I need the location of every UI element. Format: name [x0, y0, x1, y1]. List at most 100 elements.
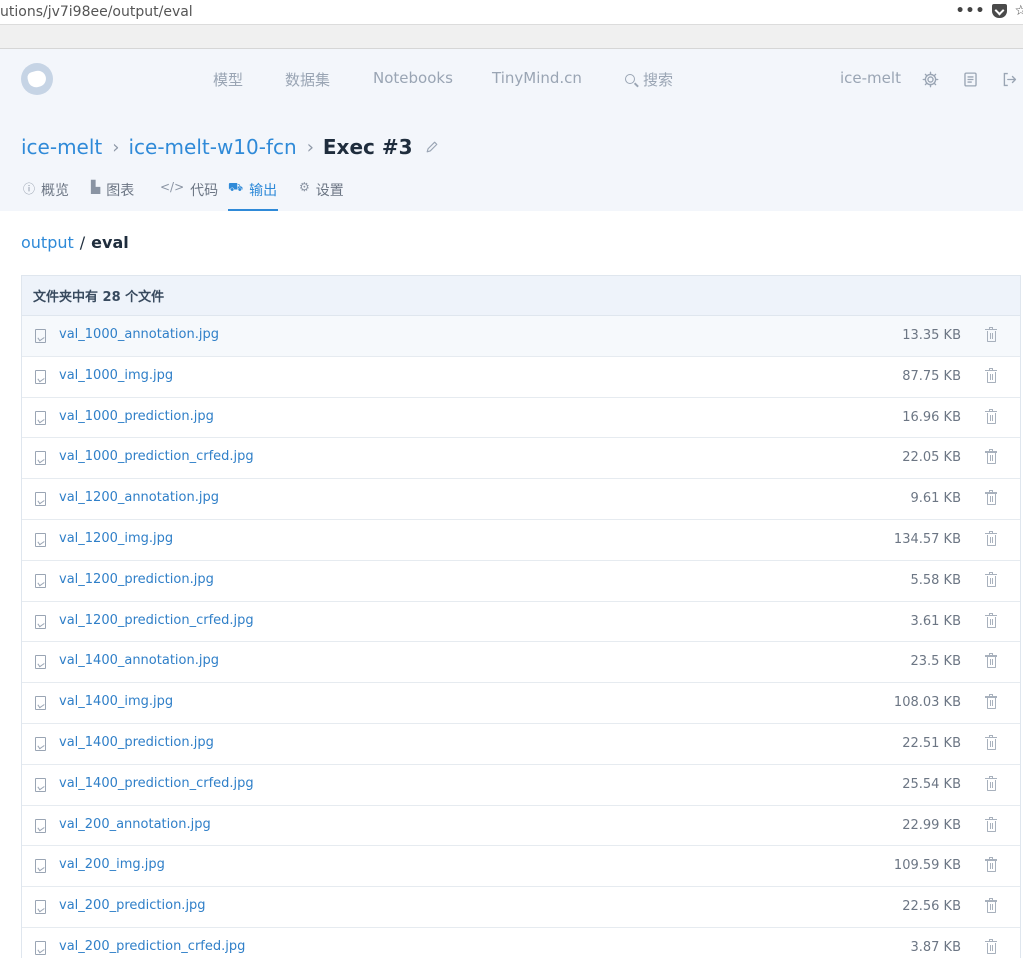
file-name-link[interactable]: val_1200_img.jpg	[59, 531, 173, 546]
file-count-header: 文件夹中有 28 个文件	[22, 276, 1020, 316]
trash-icon[interactable]	[985, 449, 997, 465]
breadcrumb-project[interactable]: ice-melt-w10-fcn	[128, 135, 296, 159]
file-row[interactable]: val_1200_prediction_crfed.jpg 3.61 KB	[22, 601, 1020, 643]
file-size: 22.51 KB	[902, 735, 961, 751]
output-path: output / eval	[21, 233, 129, 252]
url-tools: ••• ☆	[956, 3, 1023, 19]
nav-notebooks[interactable]: Notebooks	[373, 69, 453, 87]
nav-datasets[interactable]: 数据集	[285, 69, 330, 90]
gear-icon: ⚙	[299, 180, 310, 194]
image-file-icon	[35, 859, 46, 874]
user-menu[interactable]: ice-melt	[840, 69, 901, 87]
tab-settings[interactable]: ⚙ 设置	[299, 177, 344, 211]
breadcrumb-current: Exec #3	[322, 135, 413, 159]
trash-icon[interactable]	[985, 408, 997, 424]
file-name-link[interactable]: val_1200_prediction.jpg	[59, 572, 214, 587]
nav-search[interactable]: 搜索	[625, 69, 673, 90]
trash-icon[interactable]	[985, 857, 997, 873]
file-row[interactable]: val_200_prediction.jpg 22.56 KB	[22, 887, 1020, 928]
image-file-icon	[35, 940, 46, 955]
file-row[interactable]: val_1400_img.jpg 108.03 KB	[22, 683, 1020, 724]
file-name-link[interactable]: val_1000_prediction_crfed.jpg	[59, 449, 254, 464]
nav-models[interactable]: 模型	[213, 69, 243, 90]
app-header: 模型 数据集 Notebooks TinyMind.cn 搜索 ice-melt…	[0, 49, 1023, 211]
trash-icon[interactable]	[985, 571, 997, 587]
file-row[interactable]: val_1000_img.jpg 87.75 KB	[22, 356, 1020, 398]
code-icon: </>	[160, 180, 185, 194]
file-row[interactable]: val_1200_annotation.jpg 9.61 KB	[22, 479, 1020, 520]
nav-tinymind[interactable]: TinyMind.cn	[492, 69, 582, 87]
tab-settings-label: 设置	[315, 183, 344, 199]
trash-icon[interactable]	[985, 327, 997, 342]
file-row[interactable]: val_200_prediction_crfed.jpg 3.87 KB	[22, 927, 1020, 958]
pencil-icon[interactable]	[425, 140, 439, 154]
trash-icon[interactable]	[985, 367, 997, 383]
image-file-icon	[35, 777, 46, 792]
trash-icon[interactable]	[985, 694, 997, 710]
file-row[interactable]: val_1400_annotation.jpg 23.5 KB	[22, 642, 1020, 684]
file-name-link[interactable]: val_1000_img.jpg	[59, 368, 173, 383]
file-name-link[interactable]: val_200_prediction_crfed.jpg	[59, 939, 245, 954]
trash-icon[interactable]	[985, 530, 997, 546]
page-actions-menu-button[interactable]: •••	[956, 3, 986, 19]
file-size: 134.57 KB	[893, 531, 961, 547]
file-row[interactable]: val_1200_prediction.jpg 5.58 KB	[22, 560, 1020, 602]
trash-icon[interactable]	[985, 653, 997, 669]
chevron-right-icon: ›	[306, 136, 314, 158]
tab-charts-label: 图表	[106, 183, 135, 199]
path-separator: /	[79, 233, 86, 252]
file-size: 25.54 KB	[902, 776, 961, 792]
bookmark-star-icon[interactable]: ☆	[1014, 3, 1023, 19]
trash-icon[interactable]	[985, 775, 997, 791]
file-name-link[interactable]: val_1400_annotation.jpg	[59, 653, 219, 668]
image-file-icon	[35, 451, 46, 466]
trash-icon[interactable]	[985, 734, 997, 750]
file-name-link[interactable]: val_1200_annotation.jpg	[59, 490, 219, 505]
trash-icon[interactable]	[985, 898, 997, 914]
file-row[interactable]: val_1400_prediction.jpg 22.51 KB	[22, 723, 1020, 765]
tab-charts[interactable]: ▙ 图表	[91, 177, 134, 211]
pocket-icon[interactable]	[992, 4, 1008, 18]
file-name-link[interactable]: val_1000_prediction.jpg	[59, 409, 214, 424]
browser-url-bar: utions/jv7i98ee/output/eval ••• ☆	[0, 0, 1023, 25]
image-file-icon	[35, 329, 46, 343]
tab-overview[interactable]: ⓘ 概览	[23, 177, 69, 211]
file-size: 5.58 KB	[910, 572, 961, 588]
file-name-link[interactable]: val_200_annotation.jpg	[59, 817, 211, 832]
tab-code[interactable]: </> 代码	[160, 177, 218, 211]
file-name-link[interactable]: val_1200_prediction_crfed.jpg	[59, 613, 254, 628]
file-size: 9.61 KB	[910, 491, 961, 507]
trash-icon[interactable]	[985, 938, 997, 954]
tab-code-label: 代码	[190, 183, 219, 199]
trash-icon[interactable]	[985, 816, 997, 832]
breadcrumb-user[interactable]: ice-melt	[21, 135, 102, 159]
file-name-link[interactable]: val_1400_img.jpg	[59, 694, 173, 709]
truck-icon: ⛟	[228, 180, 244, 194]
trash-icon[interactable]	[985, 490, 997, 506]
file-name-link[interactable]: val_200_prediction.jpg	[59, 898, 206, 913]
file-row[interactable]: val_200_annotation.jpg 22.99 KB	[22, 805, 1020, 847]
bookmarks-toolbar	[0, 25, 1023, 49]
file-row[interactable]: val_1000_prediction.jpg 16.96 KB	[22, 397, 1020, 439]
file-row[interactable]: val_1000_prediction_crfed.jpg 22.05 KB	[22, 438, 1020, 480]
file-row[interactable]: val_1200_img.jpg 134.57 KB	[22, 519, 1020, 561]
file-name-link[interactable]: val_1400_prediction.jpg	[59, 735, 214, 750]
file-row[interactable]: val_1400_prediction_crfed.jpg 25.54 KB	[22, 764, 1020, 806]
tab-output[interactable]: ⛟ 输出	[228, 177, 278, 211]
file-name-link[interactable]: val_200_img.jpg	[59, 857, 165, 872]
image-file-icon	[35, 573, 46, 588]
gear-icon[interactable]	[922, 71, 939, 88]
logout-icon[interactable]	[1001, 71, 1018, 88]
document-icon[interactable]	[962, 71, 979, 88]
file-size: 22.99 KB	[902, 817, 961, 833]
file-row[interactable]: val_200_img.jpg 109.59 KB	[22, 846, 1020, 888]
file-name-link[interactable]: val_1400_prediction_crfed.jpg	[59, 776, 254, 791]
file-name-link[interactable]: val_1000_annotation.jpg	[59, 327, 219, 342]
trash-icon[interactable]	[985, 612, 997, 628]
file-row[interactable]: val_1000_annotation.jpg 13.35 KB	[22, 316, 1020, 357]
image-file-icon	[35, 369, 46, 384]
path-root-link[interactable]: output	[21, 233, 74, 252]
path-current: eval	[91, 233, 129, 252]
breadcrumb: ice-melt › ice-melt-w10-fcn › Exec #3	[21, 133, 439, 161]
url-text[interactable]: utions/jv7i98ee/output/eval	[0, 4, 193, 20]
